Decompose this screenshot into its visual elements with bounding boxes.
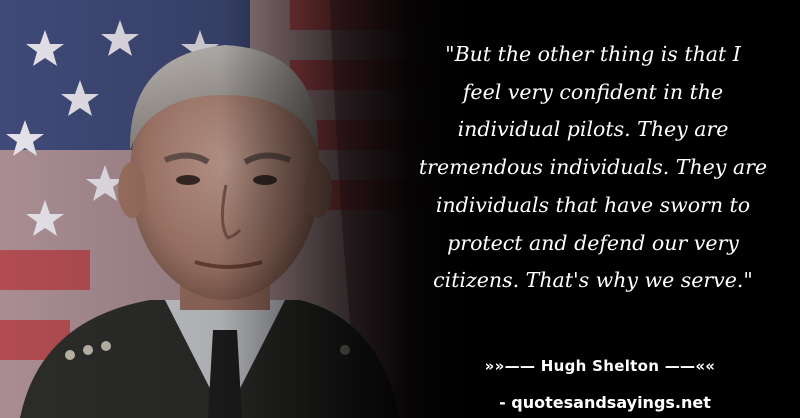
quote-text: "But the other thing is that I feel very…: [418, 42, 768, 293]
site-credit: - quotesandsayings.net: [499, 393, 711, 412]
quote-card: "But the other thing is that I feel very…: [0, 0, 800, 418]
quote-author: »»—— Hugh Shelton ——««: [484, 357, 716, 375]
